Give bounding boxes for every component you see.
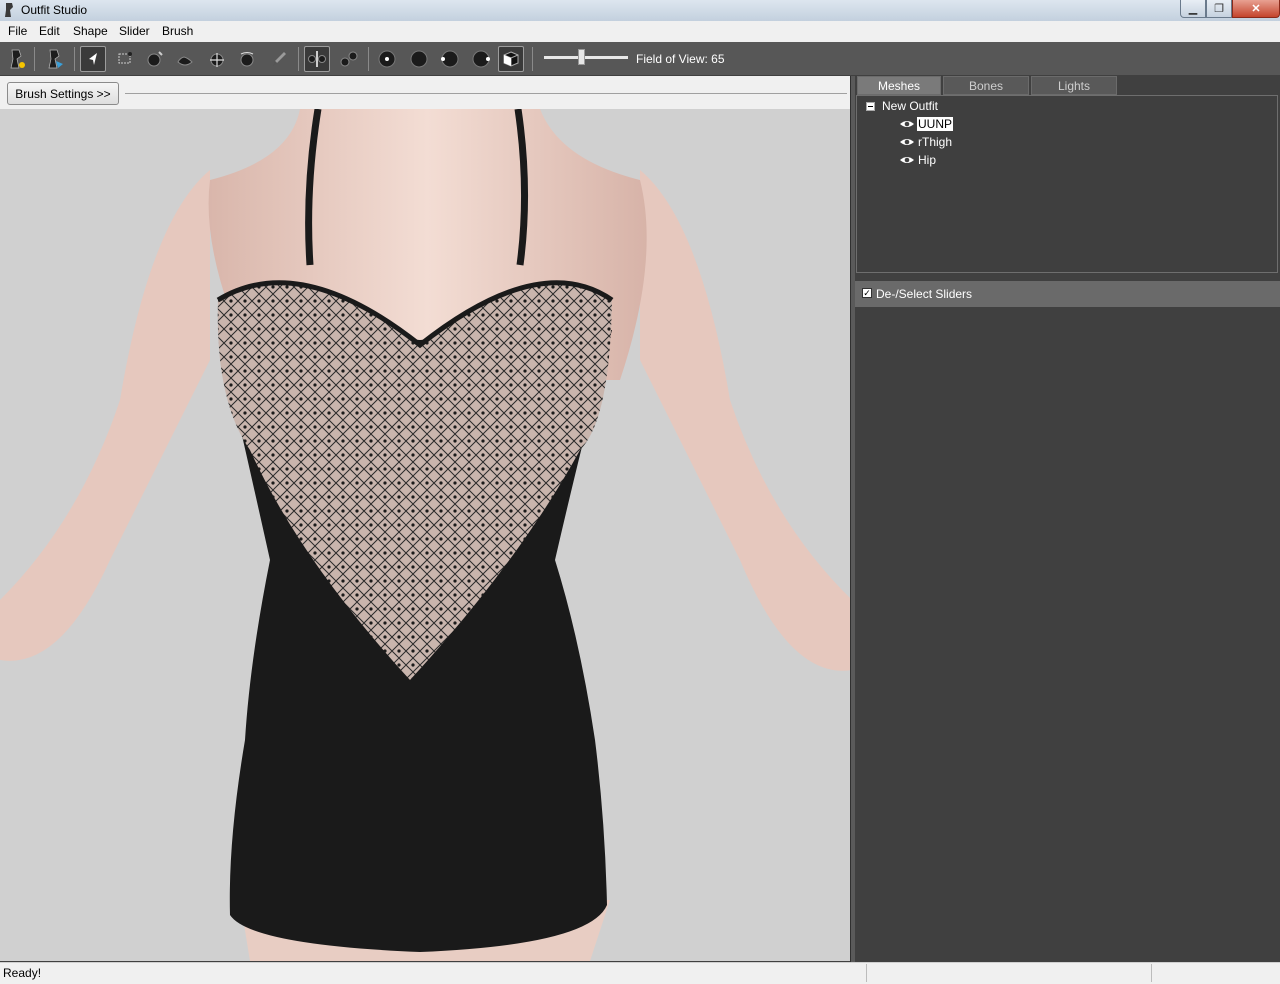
tab-meshes-label: Meshes xyxy=(877,78,921,93)
status-divider xyxy=(866,964,867,982)
status-bar xyxy=(0,962,1280,984)
eye-icon[interactable] xyxy=(899,155,915,165)
connected-icon xyxy=(340,51,358,67)
fov-slider-thumb[interactable] xyxy=(578,49,585,65)
new-project-button[interactable] xyxy=(4,46,30,72)
tree-item-hip[interactable]: Hip xyxy=(899,152,937,168)
deflate-brush-icon xyxy=(177,56,193,66)
smooth-brush-icon xyxy=(240,52,254,67)
x-mirror-button[interactable] xyxy=(304,46,330,72)
select-arrow-icon xyxy=(89,53,97,65)
tree-item-label: UUNP xyxy=(917,117,954,131)
new-project-icon xyxy=(10,49,25,69)
eye-icon[interactable] xyxy=(899,119,915,129)
window-title: Outfit Studio xyxy=(21,3,88,17)
app-icon xyxy=(5,3,13,17)
fov-label: Field of View: 65 xyxy=(636,52,725,66)
status-divider xyxy=(1151,964,1152,982)
close-button[interactable]: ✕ xyxy=(1232,0,1280,18)
left-arm xyxy=(0,170,210,661)
connected-only-button[interactable] xyxy=(336,46,362,72)
quarter-circle-icon xyxy=(472,50,490,68)
menu-brush[interactable]: Brush xyxy=(162,24,193,38)
title-bar: Outfit Studio ▁ ❐ ✕ xyxy=(0,0,1280,21)
tree-item-rthigh[interactable]: rThigh xyxy=(899,134,953,150)
tree-root[interactable]: New Outfit xyxy=(882,99,938,113)
menu-shape[interactable]: Shape xyxy=(73,24,108,38)
cube-icon xyxy=(503,51,519,67)
tree-item-uunp[interactable]: UUNP xyxy=(899,116,954,132)
tree-item-label: Hip xyxy=(918,153,937,167)
menu-bar: File Edit Shape Slider Brush xyxy=(0,21,1280,43)
brush-size-medium-button[interactable] xyxy=(406,46,432,72)
menu-slider[interactable]: Slider xyxy=(119,24,150,38)
tree-item-label: rThigh xyxy=(918,135,953,149)
load-outfit-icon xyxy=(48,49,63,69)
sliders-header-label: De-/Select Sliders xyxy=(876,287,973,301)
right-arm xyxy=(640,170,852,671)
minimize-icon: ▁ xyxy=(1188,3,1198,15)
deflate-tool-button[interactable] xyxy=(172,46,198,72)
half-circle-icon xyxy=(441,50,459,68)
brush-settings-label: Brush Settings >> xyxy=(15,86,111,101)
menu-file[interactable]: File xyxy=(8,24,27,38)
eye-icon[interactable] xyxy=(899,137,915,147)
restore-icon: ❐ xyxy=(1214,3,1224,15)
brush-settings-button[interactable]: Brush Settings >> xyxy=(7,82,119,105)
tab-bones-label: Bones xyxy=(968,78,1004,93)
outfit-render xyxy=(0,109,852,961)
maximize-button[interactable]: ❐ xyxy=(1206,0,1232,18)
inflate-tool-button[interactable] xyxy=(142,46,168,72)
weight-paint-button[interactable] xyxy=(266,46,292,72)
select-tool-button[interactable] xyxy=(80,46,106,72)
dot-small-icon xyxy=(378,50,396,68)
inflate-brush-icon xyxy=(147,51,163,67)
paint-brush-icon xyxy=(273,52,286,66)
brush-size-large-button[interactable] xyxy=(437,46,463,72)
load-outfit-button[interactable] xyxy=(42,46,68,72)
brush-size-small-button[interactable] xyxy=(374,46,400,72)
select-sliders-checkbox[interactable]: ✓ xyxy=(862,288,872,298)
menu-edit[interactable]: Edit xyxy=(39,24,60,38)
brush-size-xl-button[interactable] xyxy=(468,46,494,72)
tab-lights-label: Lights xyxy=(1057,78,1091,93)
move-tool-button[interactable] xyxy=(204,46,230,72)
view-perspective-button[interactable] xyxy=(498,46,524,72)
tab-bones[interactable]: Bones xyxy=(943,76,1029,95)
collapse-toggle-icon[interactable] xyxy=(866,102,875,111)
mask-tool-button[interactable] xyxy=(112,46,138,72)
move-brush-icon xyxy=(210,53,224,67)
brush-settings-divider xyxy=(125,93,847,94)
mask-brush-icon xyxy=(118,52,132,64)
smooth-tool-button[interactable] xyxy=(234,46,260,72)
tab-lights[interactable]: Lights xyxy=(1031,76,1117,95)
close-icon: ✕ xyxy=(1251,3,1261,15)
status-text: Ready! xyxy=(3,966,42,980)
tab-meshes[interactable]: Meshes xyxy=(857,76,941,95)
3d-viewport[interactable] xyxy=(0,109,852,961)
minimize-button[interactable]: ▁ xyxy=(1180,0,1206,18)
circle-icon xyxy=(410,50,428,68)
fov-slider-track[interactable] xyxy=(544,56,628,59)
mirror-icon xyxy=(308,51,326,67)
